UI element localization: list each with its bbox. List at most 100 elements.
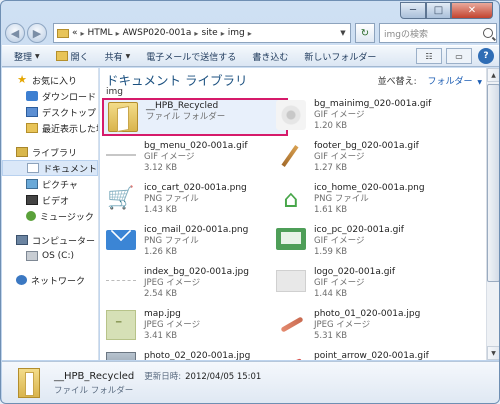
file-item[interactable]: 🛒 ico_cart_020-001a.png PNG ファイル 1.43 KB: [102, 182, 288, 220]
recent-places-icon: [26, 123, 38, 133]
maximize-button[interactable]: □: [426, 2, 451, 19]
pictures-icon: [26, 179, 38, 189]
breadcrumb-html[interactable]: HTML: [88, 28, 113, 38]
scroll-thumb[interactable]: [487, 84, 499, 282]
pencil-thumbnail-icon: [276, 142, 306, 172]
nav-libraries-label: ライブラリ: [32, 148, 78, 159]
file-item[interactable]: ico_mail_020-001a.png PNG ファイル 1.26 KB: [102, 224, 288, 262]
email-button[interactable]: 電子メールで送信する: [146, 50, 236, 63]
nav-item-label: ミュージック: [40, 212, 94, 223]
close-button[interactable]: ✕: [451, 2, 493, 19]
folder-icon: [18, 368, 40, 398]
file-type: PNG ファイル: [144, 236, 199, 246]
star-icon: ★: [17, 73, 27, 86]
drive-icon: [26, 251, 38, 261]
dash-thumbnail-icon: [106, 280, 136, 284]
file-item[interactable]: index_bg_020-001a.jpg JPEG イメージ 2.54 KB: [102, 266, 288, 304]
folder-icon: [57, 28, 69, 38]
file-name: ico_cart_020-001a.png: [144, 183, 247, 193]
file-item[interactable]: __HPB_Recycled ファイル フォルダー: [102, 98, 288, 136]
vertical-scrollbar[interactable]: ▲ ▼: [486, 68, 499, 360]
nav-arrows: ◀ ▶: [5, 23, 49, 43]
search-icon[interactable]: [483, 28, 493, 38]
breadcrumb-awsp[interactable]: AWSP020-001a: [123, 28, 192, 38]
nav-computer[interactable]: コンピューター: [2, 232, 98, 248]
file-size: 1.44 KB: [314, 289, 348, 299]
scroll-down-button[interactable]: ▼: [487, 346, 499, 360]
burn-button[interactable]: 書き込む: [252, 50, 288, 63]
file-type: PNG ファイル: [314, 194, 369, 204]
nav-favorites[interactable]: ★ お気に入り: [2, 72, 98, 88]
nav-item-music[interactable]: ミュージック: [2, 208, 98, 224]
nav-item-pictures[interactable]: ピクチャ: [2, 176, 98, 192]
nav-libraries[interactable]: ライブラリ: [2, 144, 98, 160]
file-size: 1.20 KB: [314, 121, 348, 131]
chevron-down-icon: ▼: [125, 52, 131, 60]
address-dropdown-icon[interactable]: ▼: [336, 29, 350, 37]
nav-item-videos[interactable]: ビデオ: [2, 192, 98, 208]
file-item[interactable]: ⌂ ico_home_020-001a.png PNG ファイル 1.61 KB: [272, 182, 458, 220]
nav-item-os-drive[interactable]: OS (C:): [2, 248, 98, 264]
navigation-pane: ★ お気に入り ダウンロード デスクトップ 最近表示した場所 ライブラリ ドキュ…: [2, 68, 99, 360]
file-type: GIF イメージ: [314, 152, 365, 162]
address-overflow[interactable]: «: [72, 28, 78, 38]
file-item[interactable]: bg_mainimg_020-001a.gif GIF イメージ 1.20 KB: [272, 98, 458, 136]
file-item[interactable]: footer_bg_020-001a.gif GIF イメージ 1.27 KB: [272, 140, 458, 178]
nav-item-label: デスクトップ: [42, 108, 97, 119]
address-bar[interactable]: « ▸ HTML ▸ AWSP020-001a ▸ site ▸ img ▸ ▼: [53, 23, 351, 43]
file-item[interactable]: ico_pc_020-001a.gif GIF イメージ 1.59 KB: [272, 224, 458, 262]
file-item[interactable]: bg_menu_020-001a.gif GIF イメージ 3.12 KB: [102, 140, 288, 178]
new-folder-label: 新しいフォルダー: [304, 52, 377, 63]
file-item[interactable]: photo_01_020-001a.jpg JPEG イメージ 5.31 KB: [272, 308, 458, 346]
back-button[interactable]: ◀: [5, 23, 25, 43]
nav-item-label: ビデオ: [42, 196, 70, 207]
nav-item-label: 最近表示した場所: [42, 124, 98, 135]
open-button[interactable]: 開く: [55, 50, 89, 63]
refresh-button[interactable]: ↻: [355, 23, 375, 43]
file-type: PNG ファイル: [144, 194, 199, 204]
file-item[interactable]: photo_02_020-001a.jpg: [102, 350, 288, 360]
nav-item-downloads[interactable]: ダウンロード: [2, 88, 98, 104]
help-button[interactable]: ?: [478, 48, 494, 64]
command-bar-right: ☷ ▭ ?: [412, 48, 494, 64]
nav-item-recent-places[interactable]: 最近表示した場所: [2, 120, 98, 136]
breadcrumb-img[interactable]: img: [228, 28, 245, 38]
file-type: GIF イメージ: [314, 110, 365, 120]
nav-item-documents[interactable]: ドキュメント: [2, 160, 98, 176]
share-button[interactable]: 共有 ▼: [105, 50, 131, 63]
file-name: bg_mainimg_020-001a.gif: [314, 99, 432, 109]
scroll-up-button[interactable]: ▲: [487, 68, 499, 82]
sort-value[interactable]: フォルダー: [427, 77, 472, 87]
organize-button[interactable]: 整理 ▼: [14, 50, 40, 63]
file-size: 3.12 KB: [144, 163, 178, 173]
view-options-button[interactable]: ☷: [416, 48, 442, 64]
file-name: map.jpg: [144, 309, 181, 319]
file-item[interactable]: point_arrow_020-001a.gif: [272, 350, 458, 360]
command-bar: 整理 ▼ 開く 共有 ▼ 電子メールで送信する 書き込む 新しいフォルダー ☷ …: [2, 45, 499, 67]
preview-pane-button[interactable]: ▭: [446, 48, 472, 64]
sort-control[interactable]: 並べ替え: フォルダー ▼: [378, 74, 482, 87]
file-item[interactable]: logo_020-001a.gif GIF イメージ 1.44 KB: [272, 266, 458, 304]
file-type: GIF イメージ: [144, 152, 195, 162]
nav-item-label: ピクチャ: [42, 180, 78, 191]
new-folder-button[interactable]: 新しいフォルダー: [304, 50, 376, 63]
minimize-button[interactable]: ─: [400, 2, 426, 19]
nav-item-desktop[interactable]: デスクトップ: [2, 104, 98, 120]
nav-network[interactable]: ネットワーク: [2, 272, 98, 288]
breadcrumb-site[interactable]: site: [201, 28, 217, 38]
file-name: index_bg_020-001a.jpg: [144, 267, 249, 277]
search-box[interactable]: imgの検索: [379, 23, 497, 43]
file-list-area: ドキュメント ライブラリ img 並べ替え: フォルダー ▼ __HPB_Rec…: [100, 68, 486, 360]
chevron-down-icon: ▼: [35, 52, 40, 60]
address-separator: ▸: [220, 28, 225, 38]
forward-button[interactable]: ▶: [27, 23, 47, 43]
details-name: __HPB_Recycled: [54, 371, 135, 382]
file-type: GIF イメージ: [314, 278, 365, 288]
search-placeholder: imgの検索: [384, 29, 428, 40]
home-thumbnail-icon: ⌂: [283, 185, 299, 213]
library-icon: [16, 147, 28, 157]
file-type: ファイル フォルダー: [146, 112, 226, 122]
file-size: 1.27 KB: [314, 163, 348, 173]
open-label: 開く: [70, 52, 89, 63]
file-item[interactable]: map.jpgJPEG イメージ3.41 KB: [102, 308, 288, 346]
